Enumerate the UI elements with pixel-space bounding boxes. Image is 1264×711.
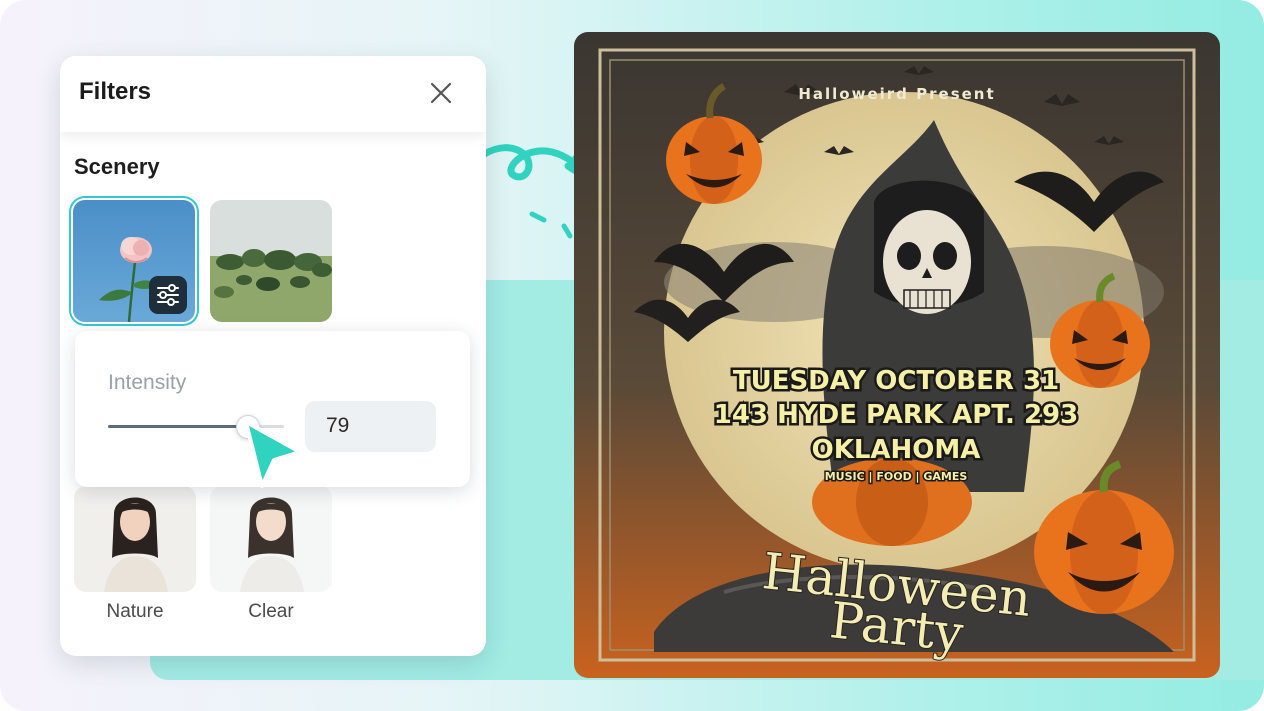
- close-icon[interactable]: [426, 78, 456, 108]
- thumbnail-label-nature: Nature: [106, 601, 164, 622]
- portrait-image: [74, 486, 196, 592]
- filter-thumbnail-nature[interactable]: [74, 486, 196, 592]
- meadow-image: [210, 200, 332, 322]
- pointer-cursor-icon: [244, 420, 302, 488]
- halloween-poster: Halloweird Present TUESDAY OCTOBER 31 14…: [574, 32, 1220, 678]
- intensity-label: Intensity: [108, 371, 187, 394]
- intensity-value-input[interactable]: 79: [305, 401, 436, 452]
- poster-date: TUESDAY OCTOBER 31: [733, 366, 1059, 396]
- poster-presenter: Halloweird Present: [798, 85, 995, 103]
- adjust-filter-button[interactable]: [149, 276, 187, 314]
- slider-fill: [108, 425, 248, 428]
- poster-illustration: Halloweird Present TUESDAY OCTOBER 31 14…: [574, 32, 1220, 678]
- filter-thumbnail-rose[interactable]: [73, 200, 195, 322]
- panel-title: Filters: [79, 78, 152, 105]
- sliders-icon: [157, 284, 179, 306]
- poster-tagline: MUSIC | FOOD | GAMES: [825, 470, 968, 483]
- filter-thumbnail-meadow[interactable]: [210, 200, 332, 322]
- section-title: Scenery: [74, 154, 160, 179]
- panel-header: Filters: [60, 56, 486, 132]
- poster-address: 143 HYDE PARK APT. 293: [714, 400, 1078, 430]
- thumbnail-label-clear: Clear: [248, 601, 294, 622]
- portrait-image: [210, 486, 332, 592]
- filter-thumbnail-clear[interactable]: [210, 486, 332, 592]
- poster-city: OKLAHOMA: [812, 435, 981, 465]
